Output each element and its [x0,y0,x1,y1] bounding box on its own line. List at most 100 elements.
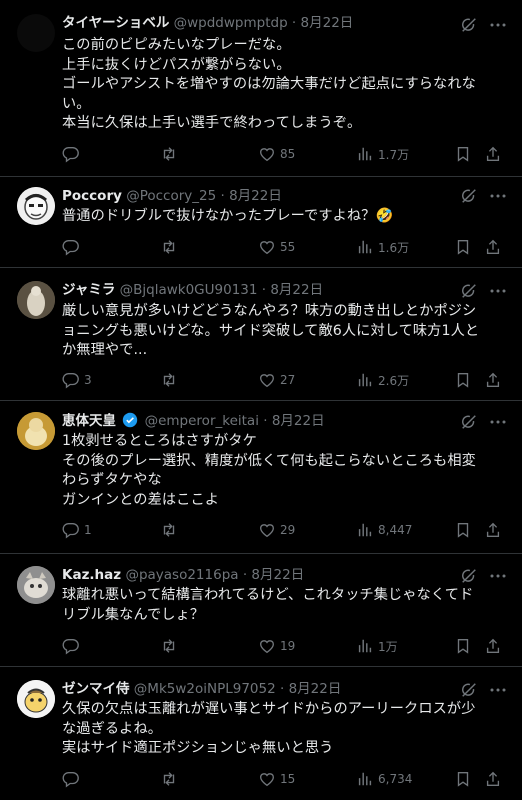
views-button[interactable]: 1.6万 [356,237,409,257]
bookmark-button[interactable] [454,144,472,164]
reply-button[interactable] [62,237,84,257]
separator-dot: · [258,413,272,429]
share-icon [486,522,500,537]
avatar[interactable] [17,412,55,450]
share-button[interactable] [484,636,502,656]
share-button[interactable] [484,237,502,257]
tweet[interactable]: Kaz.haz @payaso2116pa · 8月22日 球離れ悪いって結構言… [0,554,522,667]
like-button[interactable]: 55 [258,237,295,257]
tweet-header: ゼンマイ侍 @Mk5w2oiNPL97052 · 8月22日 [62,679,452,699]
grok-icon[interactable] [460,16,478,34]
timestamp[interactable]: 8月22日 [229,188,282,204]
tweet[interactable]: タイヤーショベル @wpddwpmptdp · 8月22日 この前のビピみたいな… [0,0,522,177]
avatar[interactable] [17,566,55,604]
display-name[interactable]: 恵体天皇 [62,413,116,429]
handle[interactable]: @Poccory_25 [126,188,216,204]
handle[interactable]: @Bjqlawk0GU90131 [120,282,258,298]
reply-button[interactable] [62,144,84,164]
reply-count: 1 [84,523,92,537]
tweet[interactable]: ゼンマイ侍 @Mk5w2oiNPL97052 · 8月22日 久保の欠点は玉離れ… [0,667,522,800]
views-count: 8,447 [378,523,413,537]
share-button[interactable] [484,769,502,789]
like-button[interactable]: 29 [258,520,295,540]
handle[interactable]: @emperor_keitai [145,413,259,429]
tweet-header: Kaz.haz @payaso2116pa · 8月22日 [62,565,452,585]
display-name[interactable]: ジャミラ [62,282,115,298]
timestamp[interactable]: 8月22日 [270,282,323,298]
like-count: 55 [280,240,296,254]
reply-button[interactable] [62,636,84,656]
display-name[interactable]: Poccory [62,188,122,204]
tweet-text: 久保の欠点は玉離れが遅い事とサイドからのアーリークロスが少 な過ぎるよね。 実は… [62,700,508,759]
retweet-button[interactable] [160,237,182,257]
action-bar: 55 1.6万 [62,237,510,257]
grok-icon[interactable] [460,681,478,699]
more-icon[interactable] [488,187,508,205]
views-count: 1万 [378,639,398,654]
grok-icon[interactable] [460,413,478,431]
timestamp[interactable]: 8月22日 [289,681,342,697]
retweet-icon [163,240,175,254]
share-button[interactable] [484,370,502,390]
display-name[interactable]: タイヤーショベル [62,15,169,31]
bookmark-icon [457,523,469,538]
more-icon[interactable] [488,413,508,431]
timestamp[interactable]: 8月22日 [301,15,354,31]
avatar[interactable] [17,281,55,319]
handle[interactable]: @payaso2116pa [125,567,238,583]
grok-icon[interactable] [460,567,478,585]
separator-dot: · [238,567,252,583]
views-button[interactable]: 1万 [356,636,398,656]
views-button[interactable]: 2.6万 [356,370,409,390]
timestamp[interactable]: 8月22日 [272,413,325,429]
tweet[interactable]: Poccory @Poccory_25 · 8月22日 普通のドリブルで抜けなか… [0,177,522,268]
timestamp[interactable]: 8月22日 [251,567,304,583]
grok-icon[interactable] [460,282,478,300]
grok-icon[interactable] [460,187,478,205]
like-button[interactable]: 15 [258,769,295,789]
reply-button[interactable]: 1 [62,520,92,540]
tweet[interactable]: 恵体天皇 @emperor_keitai · 8月22日 1枚剥せるところはさす… [0,401,522,554]
retweet-button[interactable] [160,636,182,656]
more-icon[interactable] [488,681,508,699]
retweet-button[interactable] [160,370,182,390]
views-button[interactable]: 8,447 [356,520,412,540]
action-bar: 1 29 8,447 [62,520,510,540]
bookmark-button[interactable] [454,636,472,656]
avatar-face-icon [17,187,55,225]
reply-button[interactable] [62,769,84,789]
separator-dot: · [257,282,271,298]
avatar[interactable] [17,14,55,52]
views-icon [358,373,372,387]
more-icon[interactable] [488,567,508,585]
tweet-text-line: 久保の欠点は玉離れが遅い事とサイドからのアーリークロスが少 [62,701,476,717]
handle[interactable]: @Mk5w2oiNPL97052 [134,681,276,697]
reply-button[interactable]: 3 [62,370,92,390]
avatar[interactable] [17,680,55,718]
avatar[interactable] [17,187,55,225]
more-icon[interactable] [488,16,508,34]
bookmark-icon [457,240,469,255]
like-button[interactable]: 27 [258,370,295,390]
bookmark-icon [457,639,469,654]
handle[interactable]: @wpddwpmptdp [174,15,288,31]
views-button[interactable]: 1.7万 [356,144,409,164]
retweet-button[interactable] [160,769,182,789]
bookmark-button[interactable] [454,520,472,540]
bookmark-button[interactable] [454,370,472,390]
retweet-button[interactable] [160,144,182,164]
views-button[interactable]: 6,734 [356,769,412,789]
share-button[interactable] [484,144,502,164]
more-icon[interactable] [488,282,508,300]
like-button[interactable]: 19 [258,636,295,656]
display-name[interactable]: ゼンマイ侍 [62,681,130,697]
tweet[interactable]: ジャミラ @Bjqlawk0GU90131 · 8月22日 厳しい意見が多いけど… [0,268,522,401]
retweet-button[interactable] [160,520,182,540]
views-icon [358,240,372,254]
bookmark-button[interactable] [454,769,472,789]
bookmark-button[interactable] [454,237,472,257]
display-name[interactable]: Kaz.haz [62,567,121,583]
like-button[interactable]: 85 [258,144,295,164]
share-button[interactable] [484,520,502,540]
tweet-text-line: な過ぎるよね。 [62,720,163,737]
